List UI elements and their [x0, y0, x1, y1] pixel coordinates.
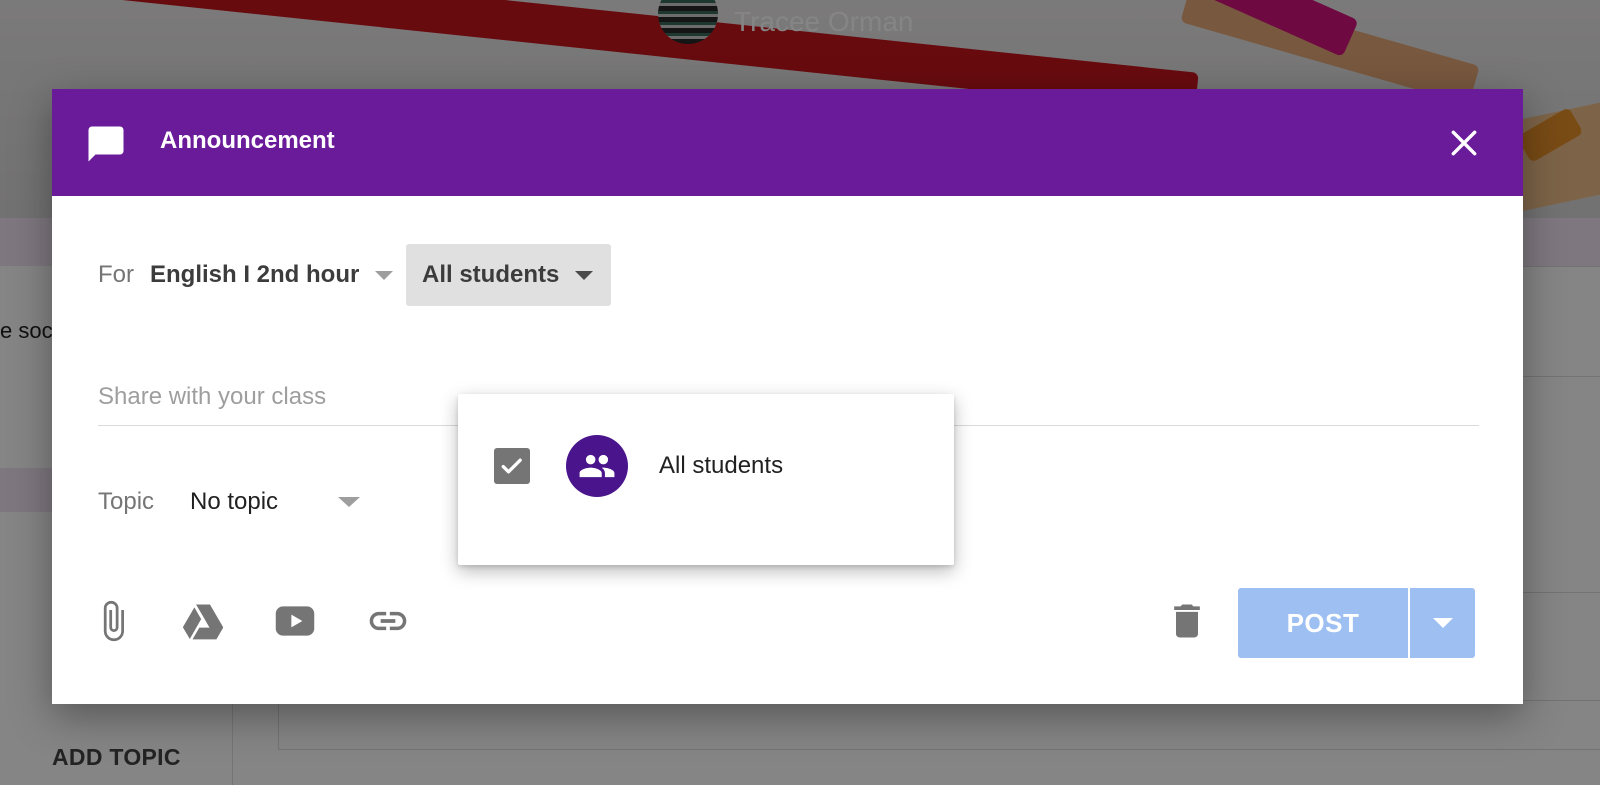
- chevron-down-icon: [375, 270, 394, 280]
- students-select-value: All students: [422, 261, 560, 288]
- topic-label: Topic: [98, 488, 155, 515]
- post-button-group: POST: [1238, 588, 1475, 658]
- link-icon[interactable]: [366, 599, 410, 643]
- announcement-dialog: Announcement For English I 2nd hour All …: [52, 89, 1523, 704]
- students-dropdown-menu: All students: [458, 394, 954, 565]
- post-options-button[interactable]: [1410, 588, 1475, 658]
- chevron-down-icon: [338, 497, 360, 507]
- drive-icon[interactable]: [181, 599, 225, 643]
- for-label: For: [98, 261, 134, 288]
- trash-icon[interactable]: [1165, 599, 1209, 643]
- people-avatar: [566, 435, 628, 497]
- close-button[interactable]: [1444, 123, 1484, 163]
- post-button[interactable]: POST: [1238, 588, 1408, 658]
- topic-select[interactable]: No topic: [190, 488, 360, 516]
- attach-icon[interactable]: [91, 599, 135, 643]
- people-icon: [579, 454, 615, 478]
- topic-row: Topic No topic: [98, 477, 360, 527]
- dialog-title: Announcement: [160, 127, 335, 154]
- for-row: For English I 2nd hour: [98, 244, 394, 306]
- students-select[interactable]: All students: [406, 244, 611, 306]
- close-icon: [1451, 130, 1477, 156]
- dialog-header: Announcement: [52, 89, 1523, 196]
- class-select-value: English I 2nd hour: [150, 261, 360, 288]
- chevron-down-icon: [575, 270, 594, 280]
- class-select[interactable]: English I 2nd hour: [150, 244, 394, 306]
- dropdown-item-label: All students: [659, 452, 784, 479]
- checkmark-icon: [501, 458, 522, 474]
- all-students-checkbox[interactable]: [494, 448, 530, 484]
- topic-select-value: No topic: [190, 488, 279, 515]
- chat-bubble-icon: [88, 126, 124, 162]
- chevron-down-icon: [1432, 618, 1453, 628]
- youtube-icon[interactable]: [273, 599, 317, 643]
- dropdown-item-all-students[interactable]: All students: [458, 414, 954, 518]
